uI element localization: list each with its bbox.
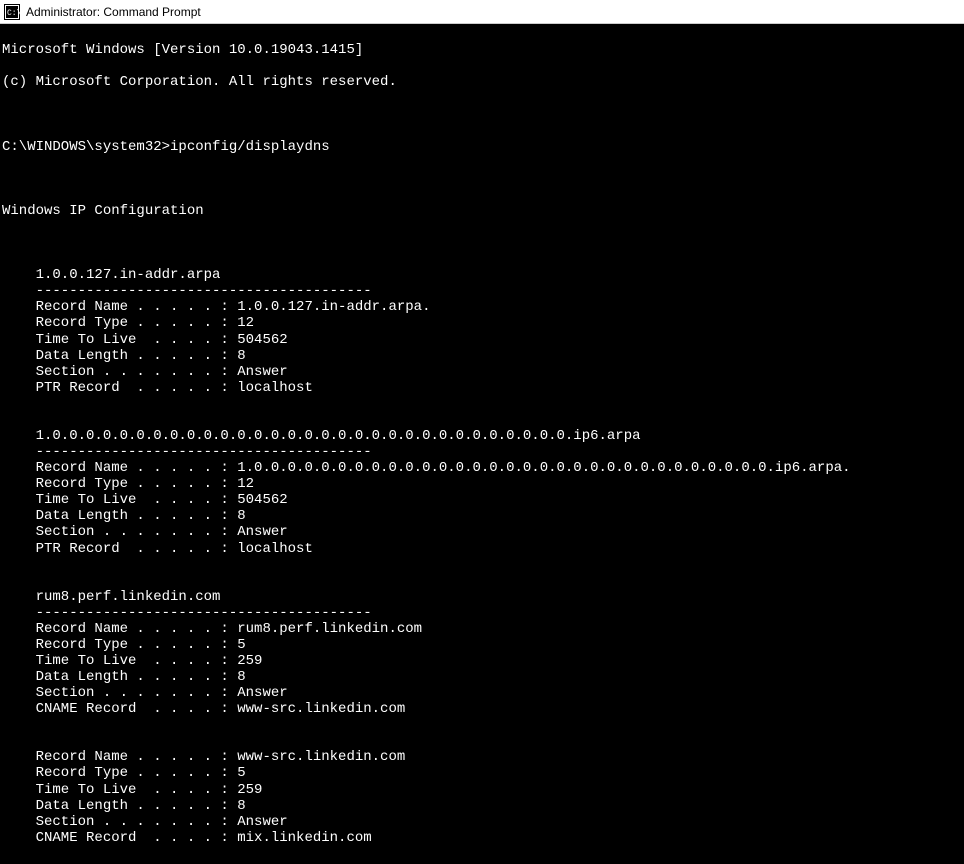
dns-entry-divider: ----------------------------------------	[2, 444, 962, 460]
dns-field-line: PTR Record . . . . . : localhost	[2, 541, 962, 557]
cmd-icon: C:\	[4, 4, 20, 20]
dns-field-line: Record Type . . . . . : 5	[2, 637, 962, 653]
dns-field-line: Section . . . . . . . : Answer	[2, 364, 962, 380]
dns-entry-header: rum8.perf.linkedin.com	[2, 589, 962, 605]
dns-entry-divider: ----------------------------------------	[2, 605, 962, 621]
header-line2: (c) Microsoft Corporation. All rights re…	[2, 74, 962, 90]
blank-line	[2, 171, 962, 187]
dns-field-line: CNAME Record . . . . : mix.linkedin.com	[2, 830, 962, 846]
svg-text:C:\: C:\	[7, 9, 20, 18]
dns-field-line: Section . . . . . . . : Answer	[2, 814, 962, 830]
prompt-command: ipconfig/displaydns	[170, 139, 330, 155]
blank-line	[2, 733, 962, 749]
terminal-output[interactable]: Microsoft Windows [Version 10.0.19043.14…	[0, 24, 964, 864]
dns-field-line: Data Length . . . . . : 8	[2, 798, 962, 814]
prompt-line: C:\WINDOWS\system32>ipconfig/displaydns	[2, 139, 962, 155]
dns-entry-divider: ----------------------------------------	[2, 283, 962, 299]
dns-field-line: Section . . . . . . . : Answer	[2, 524, 962, 540]
dns-field-line: Record Name . . . . . : www-src.linkedin…	[2, 749, 962, 765]
blank-line	[2, 412, 962, 428]
dns-field-line: Record Type . . . . . : 12	[2, 315, 962, 331]
dns-field-line: Data Length . . . . . : 8	[2, 508, 962, 524]
dns-field-line: Time To Live . . . . : 504562	[2, 332, 962, 348]
blank-line	[2, 557, 962, 573]
dns-field-line: Record Name . . . . . : 1.0.0.127.in-add…	[2, 299, 962, 315]
dns-field-line: CNAME Record . . . . : www-src.linkedin.…	[2, 701, 962, 717]
dns-field-line: Data Length . . . . . : 8	[2, 669, 962, 685]
dns-field-line: Time To Live . . . . : 504562	[2, 492, 962, 508]
blank-line	[2, 235, 962, 251]
blank-line	[2, 396, 962, 412]
dns-entry-header: 1.0.0.127.in-addr.arpa	[2, 267, 962, 283]
dns-field-line: Record Name . . . . . : 1.0.0.0.0.0.0.0.…	[2, 460, 962, 476]
dns-field-line: Time To Live . . . . : 259	[2, 782, 962, 798]
prompt-path: C:\WINDOWS\system32>	[2, 139, 170, 155]
blank-line	[2, 717, 962, 733]
dns-field-line: Record Name . . . . . : rum8.perf.linked…	[2, 621, 962, 637]
dns-entry-header: 1.0.0.0.0.0.0.0.0.0.0.0.0.0.0.0.0.0.0.0.…	[2, 428, 962, 444]
blank-line	[2, 573, 962, 589]
dns-field-line: Section . . . . . . . : Answer	[2, 685, 962, 701]
dns-entries: 1.0.0.127.in-addr.arpa -----------------…	[2, 267, 962, 846]
dns-field-line: PTR Record . . . . . : localhost	[2, 380, 962, 396]
window-title: Administrator: Command Prompt	[26, 5, 201, 19]
dns-field-line: Record Type . . . . . : 5	[2, 765, 962, 781]
window-titlebar[interactable]: C:\ Administrator: Command Prompt	[0, 0, 964, 24]
blank-line	[2, 106, 962, 122]
dns-field-line: Record Type . . . . . : 12	[2, 476, 962, 492]
dns-field-line: Time To Live . . . . : 259	[2, 653, 962, 669]
section-title: Windows IP Configuration	[2, 203, 962, 219]
header-line1: Microsoft Windows [Version 10.0.19043.14…	[2, 42, 962, 58]
dns-field-line: Data Length . . . . . : 8	[2, 348, 962, 364]
